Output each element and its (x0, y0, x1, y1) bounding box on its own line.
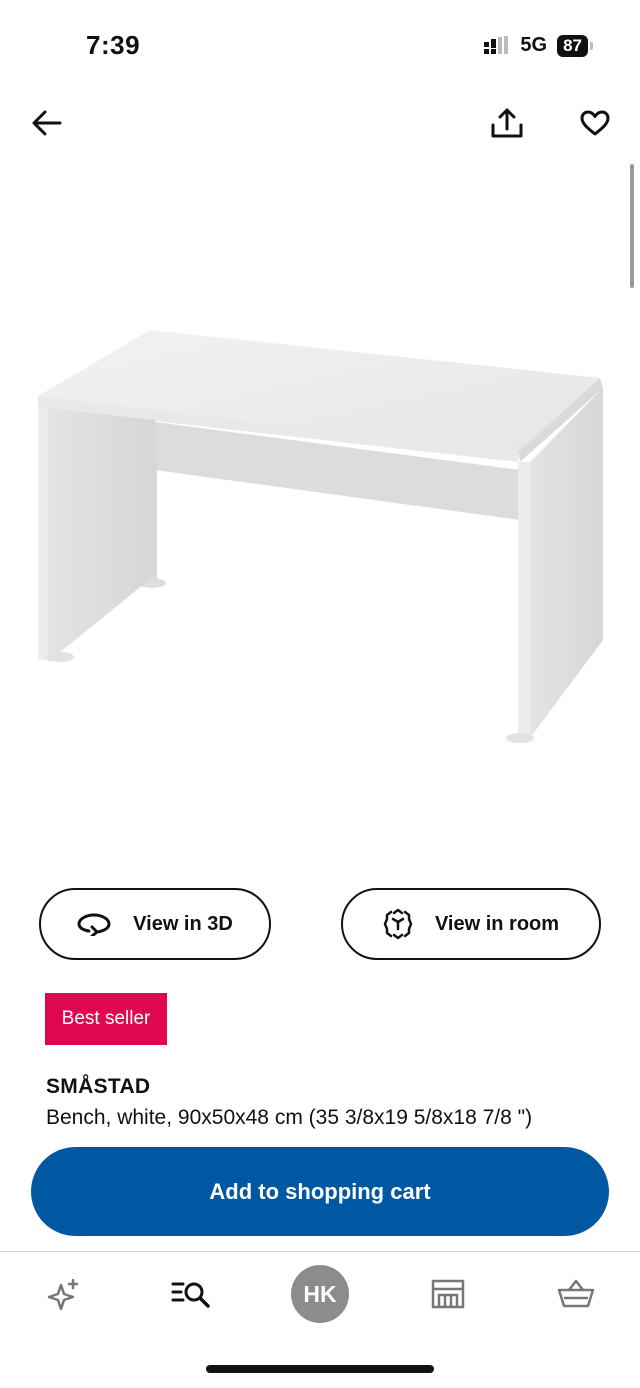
nav-item-inspiration[interactable] (34, 1264, 94, 1324)
signal-icon (484, 35, 509, 54)
basket-icon (557, 1279, 595, 1308)
status-time: 7:39 (86, 30, 141, 60)
home-indicator (206, 1365, 434, 1373)
share-button[interactable] (486, 102, 528, 144)
view-in-3d-label: View in 3D (133, 912, 233, 935)
product-name: SMÅSTAD (46, 1075, 151, 1098)
bottom-nav: HK (0, 1252, 640, 1332)
scrollbar[interactable] (630, 164, 634, 288)
back-button[interactable] (26, 102, 68, 144)
view-in-room-button[interactable]: View in room (341, 888, 601, 960)
store-icon (431, 1279, 465, 1309)
nav-item-profile[interactable]: HK (290, 1264, 350, 1324)
bench-image (38, 330, 603, 743)
add-to-cart-button[interactable]: Add to shopping cart (31, 1147, 609, 1236)
share-icon (491, 108, 523, 138)
status-indicators: 5G 87 (484, 34, 593, 57)
arrow-left-icon (32, 110, 62, 136)
view-in-room-label: View in room (434, 912, 560, 935)
battery-level: 87 (557, 34, 593, 57)
heart-icon (580, 110, 610, 136)
product-image[interactable] (0, 160, 640, 860)
favorite-button[interactable] (574, 102, 616, 144)
ar-view-icon (383, 908, 413, 940)
nav-item-basket[interactable] (546, 1264, 606, 1324)
search-list-icon (171, 1282, 210, 1308)
view-in-3d-button[interactable]: View in 3D (39, 888, 271, 960)
product-description: Bench, white, 90x50x48 cm (35 3/8x19 5/8… (46, 1106, 533, 1129)
rotate-3d-icon (77, 913, 111, 936)
best-seller-badge: Best seller (45, 993, 167, 1045)
nav-item-search[interactable] (161, 1264, 221, 1324)
sparkle-icon (47, 1278, 79, 1311)
avatar: HK (291, 1265, 349, 1323)
nav-item-stores[interactable] (418, 1264, 478, 1324)
network-type: 5G (520, 34, 548, 56)
